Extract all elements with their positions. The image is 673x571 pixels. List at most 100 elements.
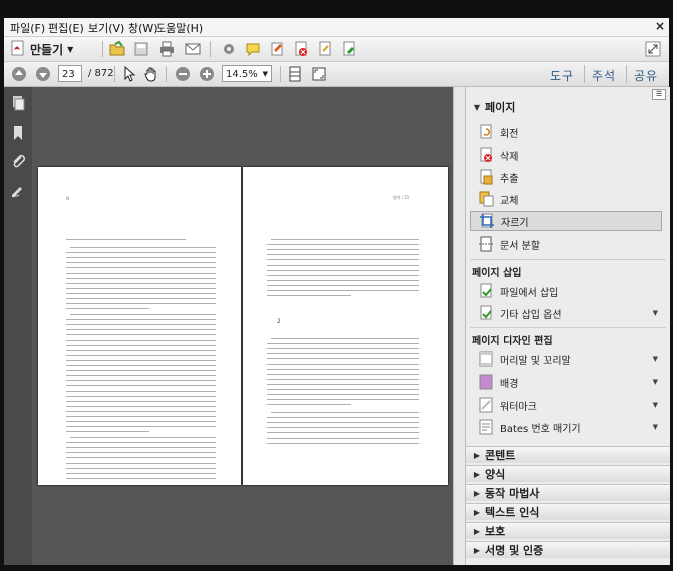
header-footer-icon — [479, 351, 493, 367]
page-thumbnails-icon[interactable] — [10, 95, 26, 111]
sign-certify-section-header[interactable]: ▶ 서명 및 인증 — [466, 541, 670, 558]
text-line — [267, 274, 419, 276]
menu-edit[interactable]: 편집(E) — [48, 20, 84, 36]
bates-numbering-button[interactable]: Bates 번호 매기기 ▼ — [478, 417, 664, 437]
background-button[interactable]: 배경 ▼ — [478, 372, 664, 392]
open-button[interactable] — [108, 40, 126, 58]
zoom-select[interactable]: 14.5% ▼ — [222, 65, 272, 82]
tools-link[interactable]: 도구 — [550, 67, 574, 84]
expand-triangle-icon: ▶ — [473, 469, 481, 479]
delete-button[interactable] — [292, 40, 310, 58]
menu-view[interactable]: 보기(V) — [88, 20, 124, 36]
crop-page-icon — [480, 213, 494, 228]
print-button[interactable] — [158, 40, 176, 58]
forms-section-header[interactable]: ▶ 양식 — [466, 465, 670, 482]
text-line — [267, 353, 419, 355]
save-button[interactable] — [132, 40, 150, 58]
rotate-page-button[interactable]: 회전 — [478, 122, 664, 142]
action-wizard-section-header[interactable]: ▶ 동작 마법사 — [466, 484, 670, 501]
create-button[interactable]: 만들기 ▼ — [10, 39, 73, 59]
open-folder-icon — [109, 41, 125, 56]
next-page-button[interactable] — [34, 65, 52, 83]
text-line — [267, 290, 419, 291]
text-line — [66, 442, 216, 444]
highlight-button[interactable] — [268, 40, 286, 58]
zoom-in-button[interactable] — [198, 65, 216, 83]
watermark-icon — [479, 397, 493, 413]
text-line — [66, 287, 216, 289]
text-recognition-section-header[interactable]: ▶ 텍스트 인식 — [466, 503, 670, 520]
menu-file[interactable]: 파일(F) — [10, 20, 45, 36]
text-line — [267, 284, 419, 286]
hand-tool-button[interactable] — [142, 65, 160, 83]
expand-triangle-icon: ▶ — [473, 450, 481, 460]
attach-button[interactable] — [316, 40, 334, 58]
extract-page-button[interactable]: 추출 — [478, 167, 664, 187]
expand-triangle-icon: ▶ — [473, 488, 481, 498]
previous-page-button[interactable] — [10, 65, 28, 83]
text-line — [267, 244, 419, 246]
page-number-input[interactable]: 23 — [58, 65, 82, 82]
crop-page-button[interactable]: 자르기 — [470, 211, 662, 231]
create-pdf-icon — [10, 40, 26, 59]
share-link[interactable]: 공유 — [634, 67, 658, 84]
signatures-icon[interactable] — [10, 183, 26, 199]
separator — [626, 65, 627, 83]
text-line — [66, 385, 216, 387]
expand-button[interactable] — [644, 40, 662, 58]
expand-triangle-icon: ▶ — [473, 507, 481, 517]
text-line — [66, 334, 216, 336]
more-insert-icon — [480, 305, 492, 320]
chevron-down-icon: ▼ — [262, 70, 268, 78]
text-line — [267, 432, 419, 434]
delete-page-button[interactable]: 삭제 — [478, 145, 664, 165]
menu-help[interactable]: 도움말(H) — [156, 20, 203, 36]
pages-section-header[interactable]: ▼ 페이지 — [466, 98, 670, 116]
menu-window[interactable]: 창(W) — [128, 20, 158, 36]
text-line — [66, 370, 216, 372]
gear-icon — [224, 44, 234, 54]
close-document-button[interactable]: × — [655, 19, 665, 33]
text-line — [66, 354, 216, 356]
text-line — [66, 416, 216, 417]
bookmarks-icon[interactable] — [10, 125, 26, 141]
text-line — [66, 375, 216, 377]
comment-link[interactable]: 주석 — [592, 67, 616, 84]
full-screen-button[interactable] — [310, 65, 328, 83]
text-line — [66, 405, 216, 407]
more-insert-options-button[interactable]: 기타 삽입 옵션 ▼ — [478, 303, 664, 323]
protection-section-header[interactable]: ▶ 보호 — [466, 522, 670, 539]
extract-page-icon — [480, 169, 493, 185]
export-button[interactable] — [340, 40, 358, 58]
attachments-icon[interactable] — [10, 153, 26, 169]
text-line — [267, 442, 419, 444]
create-label: 만들기 — [30, 42, 64, 57]
split-document-icon — [479, 236, 493, 252]
comment-button[interactable] — [244, 40, 262, 58]
split-document-button[interactable]: 문서 분할 — [478, 234, 664, 254]
insert-from-file-button[interactable]: 파일에서 삽입 — [478, 281, 664, 301]
replace-page-button[interactable]: 교체 — [478, 189, 664, 209]
text-line — [267, 422, 419, 424]
cursor-icon — [124, 66, 136, 82]
text-line — [70, 314, 216, 315]
email-button[interactable] — [184, 40, 202, 58]
zoom-value: 14.5% — [226, 69, 258, 80]
hand-icon — [144, 67, 156, 82]
header-footer-button[interactable]: 머리말 및 꼬리말 ▼ — [478, 349, 664, 369]
zoom-out-button[interactable] — [174, 65, 192, 83]
watermark-button[interactable]: 워터마크 ▼ — [478, 395, 664, 415]
document-viewer[interactable]: N 원석 / 21 2 — [32, 87, 453, 565]
chevron-down-icon: ▼ — [67, 44, 74, 54]
content-section-header[interactable]: ▶ 콘텐트 — [466, 446, 670, 463]
text-line — [66, 272, 216, 274]
fit-page-icon — [289, 66, 301, 82]
fit-page-button[interactable] — [286, 65, 304, 83]
comment-icon — [246, 43, 260, 57]
select-tool-button[interactable] — [120, 65, 138, 83]
text-line — [267, 394, 419, 396]
settings-button[interactable] — [220, 40, 238, 58]
document-page-left: N — [38, 167, 241, 485]
bates-numbering-label: Bates 번호 매기기 — [500, 423, 581, 435]
text-line — [267, 269, 419, 271]
